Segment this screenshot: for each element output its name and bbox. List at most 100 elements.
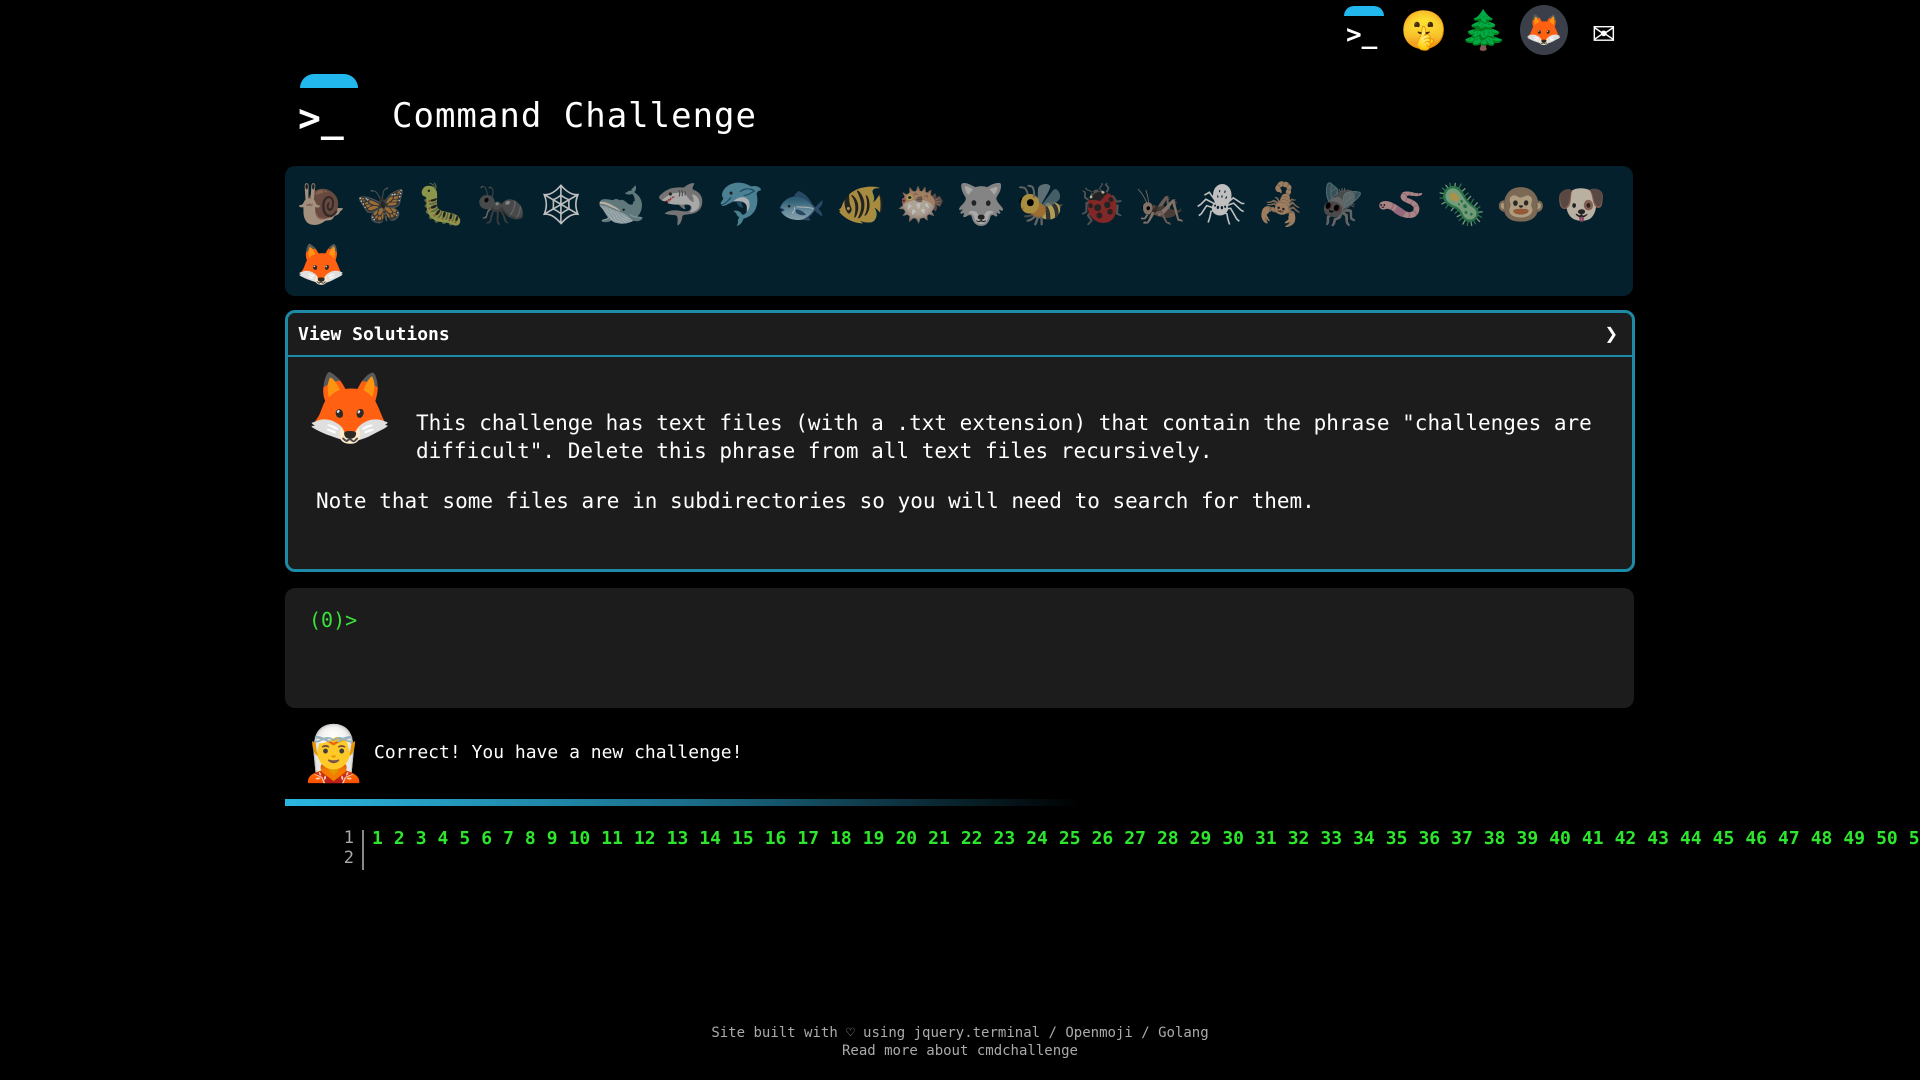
view-solutions-label: View Solutions [298, 323, 450, 345]
animal-fox-icon[interactable]: 🦊 [291, 234, 351, 294]
chevron-right-icon: ❯ [1604, 321, 1618, 347]
footer-separator: / [1040, 1025, 1066, 1041]
level-link[interactable]: 42 [1615, 828, 1637, 849]
level-link[interactable]: 10 [569, 828, 591, 849]
level-link[interactable]: 14 [699, 828, 721, 849]
level-link[interactable]: 21 [928, 828, 950, 849]
level-link[interactable]: 7 [503, 828, 514, 849]
line-number: 2 [343, 848, 354, 868]
level-link[interactable]: 45 [1713, 828, 1735, 849]
level-link[interactable]: 27 [1124, 828, 1146, 849]
challenge-description: This challenge has text files (with a .t… [416, 411, 1592, 463]
level-link[interactable]: 18 [830, 828, 852, 849]
level-link[interactable]: 49 [1843, 828, 1865, 849]
animal-snail-icon[interactable]: 🐌 [291, 174, 351, 234]
animal-tropical-fish-icon[interactable]: 🐠 [831, 174, 891, 234]
animal-wolf-icon[interactable]: 🐺 [951, 174, 1011, 234]
level-link[interactable]: 15 [732, 828, 754, 849]
level-link[interactable]: 5 [459, 828, 470, 849]
animal-worm-icon[interactable]: 🪱 [1371, 174, 1431, 234]
level-link[interactable]: 44 [1680, 828, 1702, 849]
animal-caterpillar-icon[interactable]: 🐛 [411, 174, 471, 234]
level-link[interactable]: 37 [1451, 828, 1473, 849]
footer-text: Read more about [841, 1043, 977, 1059]
openmoji-link[interactable]: Openmoji [1065, 1025, 1132, 1041]
shushing-face-icon[interactable]: 🤫 [1400, 6, 1448, 54]
animal-ant-icon[interactable]: 🐜 [471, 174, 531, 234]
level-link[interactable]: 13 [667, 828, 689, 849]
jquery-terminal-link[interactable]: jquery.terminal [914, 1025, 1040, 1041]
level-link[interactable]: 2 [394, 828, 405, 849]
animal-ladybug-icon[interactable]: 🐞 [1071, 174, 1131, 234]
envelope-icon[interactable]: ✉ [1580, 6, 1628, 54]
tree-icon[interactable]: 🌲 [1460, 6, 1508, 54]
animal-shark-icon[interactable]: 🦈 [651, 174, 711, 234]
animal-whale-icon[interactable]: 🐋 [591, 174, 651, 234]
level-link[interactable]: 33 [1320, 828, 1342, 849]
level-link[interactable]: 25 [1059, 828, 1081, 849]
line-numbers: 1 2 [336, 828, 354, 868]
level-link[interactable]: 19 [863, 828, 885, 849]
animal-fish-icon[interactable]: 🐟 [771, 174, 831, 234]
level-link[interactable]: 23 [994, 828, 1016, 849]
level-link[interactable]: 48 [1811, 828, 1833, 849]
level-link[interactable]: 38 [1484, 828, 1506, 849]
level-link[interactable]: 16 [765, 828, 787, 849]
level-link[interactable]: 22 [961, 828, 983, 849]
level-link[interactable]: 1 [372, 828, 383, 849]
level-link[interactable]: 43 [1647, 828, 1669, 849]
level-link[interactable]: 40 [1549, 828, 1571, 849]
level-link[interactable]: 34 [1353, 828, 1375, 849]
feedback-message: Correct! You have a new challenge! [374, 742, 743, 763]
level-link[interactable]: 36 [1418, 828, 1440, 849]
level-link[interactable]: 28 [1157, 828, 1179, 849]
gutter-divider [362, 830, 364, 870]
site-logo-icon: >_ [298, 74, 362, 144]
level-link[interactable]: 8 [525, 828, 536, 849]
cmdchallenge-link[interactable]: cmdchallenge [977, 1043, 1078, 1059]
animal-cricket-icon[interactable]: 🦗 [1131, 174, 1191, 234]
level-link[interactable]: 3 [416, 828, 427, 849]
animal-monkey-icon[interactable]: 🐵 [1491, 174, 1551, 234]
level-link[interactable]: 9 [547, 828, 558, 849]
animal-blowfish-icon[interactable]: 🐡 [891, 174, 951, 234]
animal-bee-icon[interactable]: 🐝 [1011, 174, 1071, 234]
animal-microbe-icon[interactable]: 🦠 [1431, 174, 1491, 234]
animal-dolphin-icon[interactable]: 🐬 [711, 174, 771, 234]
level-link[interactable]: 29 [1190, 828, 1212, 849]
level-link[interactable]: 12 [634, 828, 656, 849]
animal-butterfly-icon[interactable]: 🦋 [351, 174, 411, 234]
level-link[interactable]: 6 [481, 828, 492, 849]
terminal[interactable]: (0)> [285, 588, 1634, 708]
level-link[interactable]: 24 [1026, 828, 1048, 849]
level-link[interactable]: 32 [1288, 828, 1310, 849]
level-link[interactable]: 46 [1745, 828, 1767, 849]
page-title: Command Challenge [392, 96, 757, 136]
level-link[interactable]: 17 [797, 828, 819, 849]
level-link[interactable]: 35 [1386, 828, 1408, 849]
level-link[interactable]: 11 [601, 828, 623, 849]
animal-spider-web-icon[interactable]: 🕸 [531, 174, 591, 234]
animal-fly-icon[interactable]: 🪰 [1311, 174, 1371, 234]
animal-scorpion-icon[interactable]: 🦂 [1251, 174, 1311, 234]
animal-spider-icon[interactable]: 🕷 [1191, 174, 1251, 234]
level-link[interactable]: 39 [1517, 828, 1539, 849]
level-link[interactable]: 26 [1092, 828, 1114, 849]
challenge-animal-bar: 🐌 🦋 🐛 🐜 🕸 🐋 🦈 🐬 🐟 🐠 🐡 🐺 🐝 🐞 🦗 🕷 🦂 🪰 🪱 🦠 🐵 🐶 🦊 [285, 166, 1633, 296]
level-link[interactable]: 41 [1582, 828, 1604, 849]
fox-avatar-icon: 🦊 [306, 367, 394, 449]
animal-dog-icon[interactable]: 🐶 [1551, 174, 1611, 234]
view-solutions-toggle[interactable]: View Solutions ❯ [288, 313, 1632, 357]
level-link[interactable]: 50 [1876, 828, 1898, 849]
level-link[interactable]: 31 [1255, 828, 1277, 849]
top-icons: >_ 🤫 🌲 🦊 ✉ [1340, 5, 1628, 55]
terminal-logo-icon[interactable]: >_ [1340, 6, 1388, 54]
challenge-note: Note that some files are in subdirectori… [316, 489, 1315, 513]
level-link[interactable]: 47 [1778, 828, 1800, 849]
level-link[interactable]: 4 [438, 828, 449, 849]
golang-link[interactable]: Golang [1158, 1025, 1209, 1041]
level-link[interactable]: 30 [1222, 828, 1244, 849]
level-link[interactable]: 20 [895, 828, 917, 849]
level-link[interactable]: 51 [1909, 828, 1920, 849]
gitlab-fox-icon[interactable]: 🦊 [1520, 5, 1568, 55]
